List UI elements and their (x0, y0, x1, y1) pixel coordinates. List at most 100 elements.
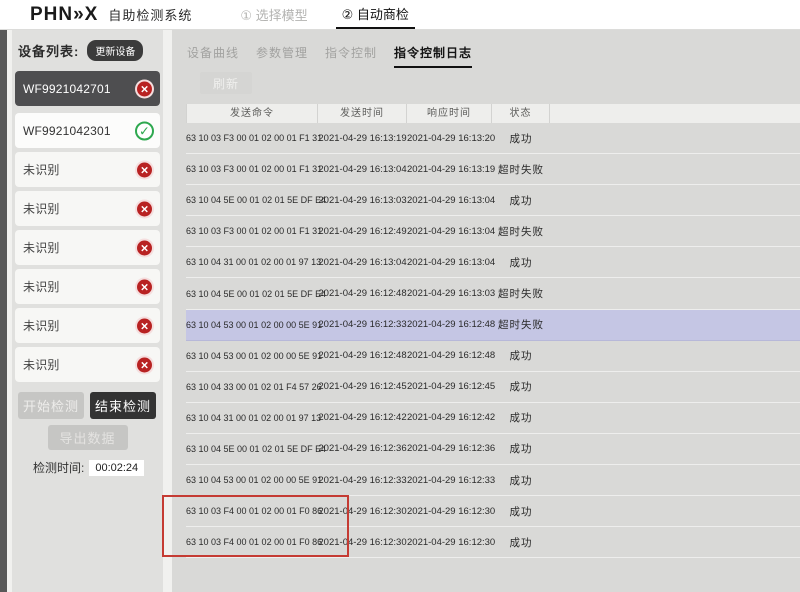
cell-status: 成功 (492, 410, 550, 425)
table-row[interactable]: 63 10 04 5E 00 01 02 01 5E DF E4 2021-04… (186, 278, 800, 309)
cell-response-time: 2021-04-29 16:13:04 (407, 226, 492, 237)
cell-send-time: 2021-04-29 16:12:45 (318, 381, 407, 392)
table-row[interactable]: 63 10 04 33 00 01 02 01 F4 57 26 2021-04… (186, 372, 800, 403)
device-item[interactable]: 未识别 × (15, 347, 160, 382)
cell-send-time: 2021-04-29 16:12:48 (318, 350, 407, 361)
cell-send-time: 2021-04-29 16:12:33 (318, 475, 407, 486)
device-item[interactable]: 未识别 × (15, 191, 160, 226)
cell-response-time: 2021-04-29 16:12:45 (407, 381, 492, 392)
col-header-command: 发送命令 (186, 104, 318, 123)
table-row[interactable]: 63 10 04 5E 00 01 02 01 5E DF E4 2021-04… (186, 185, 800, 216)
x-circle-icon: × (135, 79, 154, 98)
cell-command: 63 10 03 F4 00 01 02 00 01 F0 86 (186, 506, 318, 516)
cell-response-time: 2021-04-29 16:12:36 (407, 443, 492, 454)
refresh-button[interactable]: 刷新 (200, 72, 252, 94)
device-item[interactable]: 未识别 × (15, 230, 160, 265)
device-name: 未识别 (23, 200, 60, 217)
step-select-model[interactable]: ① 选择模型 (234, 2, 313, 28)
cell-status: 超时失败 (492, 317, 550, 332)
table-header-row: 发送命令 发送时间 响应时间 状态 (186, 104, 800, 123)
col-header-response-time: 响应时间 (407, 104, 492, 123)
cell-response-time: 2021-04-29 16:12:33 (407, 475, 492, 486)
device-sidebar: 设备列表: 更新设备 WF9921042701 × WF9921042301 ✓… (12, 30, 163, 592)
device-item[interactable]: WF9921042701 × (15, 71, 160, 106)
device-item[interactable]: WF9921042301 ✓ (15, 113, 160, 148)
table-row[interactable]: 63 10 04 5E 00 01 02 01 5E DF E4 2021-04… (186, 434, 800, 465)
step-auto-inspection[interactable]: ② 自动商检 (336, 1, 415, 29)
cell-response-time: 2021-04-29 16:12:30 (407, 506, 492, 517)
cell-send-time: 2021-04-29 16:13:19 (318, 133, 407, 144)
table-row[interactable]: 63 10 03 F3 00 01 02 00 01 F1 31 2021-04… (186, 123, 800, 154)
wizard-steps: ① 选择模型 ② 自动商检 (234, 1, 415, 29)
top-header: PHN»X 自助检测系统 ① 选择模型 ② 自动商检 (0, 0, 800, 30)
cell-send-time: 2021-04-29 16:12:42 (318, 412, 407, 423)
cell-send-time: 2021-04-29 16:13:04 (318, 164, 407, 175)
table-row[interactable]: 63 10 04 53 00 01 02 00 00 5E 91 2021-04… (186, 341, 800, 372)
export-data-button[interactable]: 导出数据 (48, 425, 128, 450)
left-scroll-strip[interactable] (0, 30, 7, 592)
cell-status: 超时失败 (492, 224, 550, 239)
device-item[interactable]: 未识别 × (15, 308, 160, 343)
cell-command: 63 10 04 33 00 01 02 01 F4 57 26 (186, 382, 318, 392)
cell-send-time: 2021-04-29 16:12:33 (318, 319, 407, 330)
device-name: 未识别 (23, 161, 60, 178)
tab-parameter-management[interactable]: 参数管理 (256, 44, 308, 68)
main-panel: 设备曲线 参数管理 指令控制 指令控制日志 刷新 发送命令 发送时间 响应时间 … (172, 30, 800, 592)
cell-send-time: 2021-04-29 16:12:49 (318, 226, 407, 237)
cell-status: 成功 (492, 441, 550, 456)
cell-response-time: 2021-04-29 16:12:42 (407, 412, 492, 423)
device-list: WF9921042701 × WF9921042301 ✓ 未识别 × 未识别 … (15, 71, 160, 382)
start-detection-button[interactable]: 开始检测 (18, 392, 84, 419)
cell-response-time: 2021-04-29 16:13:04 (407, 195, 492, 206)
cell-send-time: 2021-04-29 16:12:30 (318, 506, 407, 517)
divider (163, 30, 172, 592)
cell-response-time: 2021-04-29 16:13:19 (407, 164, 492, 175)
cell-send-time: 2021-04-29 16:12:36 (318, 443, 407, 454)
update-devices-button[interactable]: 更新设备 (87, 40, 143, 61)
x-circle-icon: × (135, 238, 154, 257)
check-circle-icon: ✓ (135, 121, 154, 140)
cell-send-time: 2021-04-29 16:13:03 (318, 195, 407, 206)
tab-command-control[interactable]: 指令控制 (325, 44, 377, 68)
cell-send-time: 2021-04-29 16:12:30 (318, 537, 407, 548)
cell-status: 成功 (492, 504, 550, 519)
cell-status: 超时失败 (492, 162, 550, 177)
table-row[interactable]: 63 10 04 53 00 01 02 00 00 5E 91 2021-04… (186, 310, 800, 341)
stop-detection-button[interactable]: 结束检测 (90, 392, 156, 419)
cell-status: 成功 (492, 348, 550, 363)
cell-command: 63 10 03 F3 00 01 02 00 01 F1 31 (186, 226, 318, 236)
cell-response-time: 2021-04-29 16:13:03 (407, 288, 492, 299)
cell-status: 成功 (492, 535, 550, 550)
cell-status: 成功 (492, 255, 550, 270)
table-row[interactable]: 63 10 04 31 00 01 02 00 01 97 13 2021-04… (186, 403, 800, 434)
table-row[interactable]: 63 10 04 31 00 01 02 00 01 97 13 2021-04… (186, 247, 800, 278)
cell-status: 超时失败 (492, 286, 550, 301)
x-circle-icon: × (135, 316, 154, 335)
cell-command: 63 10 04 31 00 01 02 00 01 97 13 (186, 257, 318, 267)
device-item[interactable]: 未识别 × (15, 269, 160, 304)
cell-command: 63 10 04 5E 00 01 02 01 5E DF E4 (186, 195, 318, 205)
x-circle-icon: × (135, 160, 154, 179)
device-name: 未识别 (23, 317, 60, 334)
device-name: 未识别 (23, 239, 60, 256)
detection-time-label: 检测时间: (33, 459, 84, 476)
col-header-filler (550, 104, 800, 123)
tab-command-control-log[interactable]: 指令控制日志 (394, 44, 472, 68)
brand-logo: PHN»X (30, 4, 98, 26)
cell-status: 成功 (492, 131, 550, 146)
cell-command: 63 10 03 F3 00 01 02 00 01 F1 31 (186, 133, 318, 143)
command-log-table: 发送命令 发送时间 响应时间 状态 63 10 03 F3 00 01 02 0… (186, 104, 800, 558)
x-circle-icon: × (135, 277, 154, 296)
device-name: 未识别 (23, 356, 60, 373)
device-item[interactable]: 未识别 × (15, 152, 160, 187)
table-row[interactable]: 63 10 03 F3 00 01 02 00 01 F1 31 2021-04… (186, 154, 800, 185)
table-row[interactable]: 63 10 03 F3 00 01 02 00 01 F1 31 2021-04… (186, 216, 800, 247)
tab-device-curve[interactable]: 设备曲线 (187, 44, 239, 68)
device-name: WF9921042701 (23, 82, 111, 96)
device-list-title: 设备列表: (18, 41, 79, 60)
table-row[interactable]: 63 10 04 53 00 01 02 00 00 5E 91 2021-04… (186, 465, 800, 496)
table-row[interactable]: 63 10 03 F4 00 01 02 00 01 F0 86 2021-04… (186, 496, 800, 527)
table-row[interactable]: 63 10 03 F4 00 01 02 00 01 F0 86 2021-04… (186, 527, 800, 558)
x-circle-icon: × (135, 355, 154, 374)
cell-command: 63 10 04 31 00 01 02 00 01 97 13 (186, 413, 318, 423)
